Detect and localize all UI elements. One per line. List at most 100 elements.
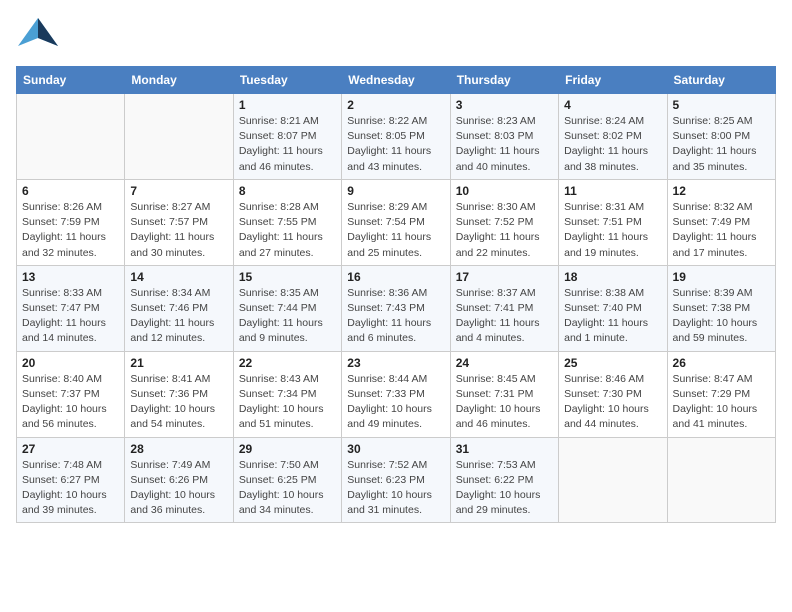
day-number: 18	[564, 270, 661, 284]
day-number: 19	[673, 270, 770, 284]
day-number: 20	[22, 356, 119, 370]
day-number: 2	[347, 98, 444, 112]
calendar-week-1: 1Sunrise: 8:21 AM Sunset: 8:07 PM Daylig…	[17, 94, 776, 180]
logo-icon	[16, 16, 60, 54]
header	[16, 16, 776, 54]
calendar-cell: 25 Sunrise: 8:46 AM Sunset: 7:30 PM Dayli…	[559, 351, 667, 437]
weekday-header-tuesday: Tuesday	[233, 67, 341, 94]
day-number: 31	[456, 442, 553, 456]
calendar-cell: 5Sunrise: 8:25 AM Sunset: 8:00 PM Daylig…	[667, 94, 775, 180]
day-info: Sunrise: 8:28 AM Sunset: 7:55 PM Dayligh…	[239, 200, 336, 261]
calendar-cell	[559, 437, 667, 523]
calendar-cell: 30 Sunrise: 7:52 AM Sunset: 6:23 PM Dayli…	[342, 437, 450, 523]
calendar-table: SundayMondayTuesdayWednesdayThursdayFrid…	[16, 66, 776, 523]
day-number: 21	[130, 356, 227, 370]
day-info: Sunrise: 8:29 AM Sunset: 7:54 PM Dayligh…	[347, 200, 444, 261]
calendar-cell: 20 Sunrise: 8:40 AM Sunset: 7:37 PM Dayli…	[17, 351, 125, 437]
day-number: 7	[130, 184, 227, 198]
calendar-cell: 19 Sunrise: 8:39 AM Sunset: 7:38 PM Dayli…	[667, 265, 775, 351]
day-info: Sunrise: 8:38 AM Sunset: 7:40 PM Dayligh…	[564, 286, 661, 347]
calendar-cell: 15 Sunrise: 8:35 AM Sunset: 7:44 PM Dayli…	[233, 265, 341, 351]
day-info: Sunrise: 8:34 AM Sunset: 7:46 PM Dayligh…	[130, 286, 227, 347]
day-number: 3	[456, 98, 553, 112]
calendar-cell: 24Sunrise: 8:45 AM Sunset: 7:31 PM Dayli…	[450, 351, 558, 437]
calendar-cell: 7 Sunrise: 8:27 AM Sunset: 7:57 PM Daylig…	[125, 179, 233, 265]
weekday-header-thursday: Thursday	[450, 67, 558, 94]
calendar-week-2: 6 Sunrise: 8:26 AM Sunset: 7:59 PM Daylig…	[17, 179, 776, 265]
day-info: Sunrise: 8:40 AM Sunset: 7:37 PM Dayligh…	[22, 372, 119, 433]
day-info: Sunrise: 8:23 AM Sunset: 8:03 PM Dayligh…	[456, 114, 553, 175]
day-info: Sunrise: 8:26 AM Sunset: 7:59 PM Dayligh…	[22, 200, 119, 261]
day-number: 15	[239, 270, 336, 284]
day-number: 14	[130, 270, 227, 284]
calendar-cell: 14 Sunrise: 8:34 AM Sunset: 7:46 PM Dayli…	[125, 265, 233, 351]
calendar-cell: 21 Sunrise: 8:41 AM Sunset: 7:36 PM Dayli…	[125, 351, 233, 437]
calendar-cell: 9 Sunrise: 8:29 AM Sunset: 7:54 PM Daylig…	[342, 179, 450, 265]
day-number: 23	[347, 356, 444, 370]
calendar-cell: 17 Sunrise: 8:37 AM Sunset: 7:41 PM Dayli…	[450, 265, 558, 351]
day-info: Sunrise: 7:49 AM Sunset: 6:26 PM Dayligh…	[130, 458, 227, 519]
calendar-cell: 18 Sunrise: 8:38 AM Sunset: 7:40 PM Dayli…	[559, 265, 667, 351]
weekday-header-wednesday: Wednesday	[342, 67, 450, 94]
calendar-cell: 28 Sunrise: 7:49 AM Sunset: 6:26 PM Dayli…	[125, 437, 233, 523]
calendar-cell	[667, 437, 775, 523]
day-info: Sunrise: 8:27 AM Sunset: 7:57 PM Dayligh…	[130, 200, 227, 261]
day-info: Sunrise: 8:47 AM Sunset: 7:29 PM Dayligh…	[673, 372, 770, 433]
day-info: Sunrise: 8:37 AM Sunset: 7:41 PM Dayligh…	[456, 286, 553, 347]
day-info: Sunrise: 7:50 AM Sunset: 6:25 PM Dayligh…	[239, 458, 336, 519]
day-number: 22	[239, 356, 336, 370]
day-info: Sunrise: 8:21 AM Sunset: 8:07 PM Dayligh…	[239, 114, 336, 175]
calendar-cell: 11 Sunrise: 8:31 AM Sunset: 7:51 PM Dayli…	[559, 179, 667, 265]
calendar-cell: 31 Sunrise: 7:53 AM Sunset: 6:22 PM Dayli…	[450, 437, 558, 523]
calendar-cell: 16Sunrise: 8:36 AM Sunset: 7:43 PM Dayli…	[342, 265, 450, 351]
day-info: Sunrise: 8:43 AM Sunset: 7:34 PM Dayligh…	[239, 372, 336, 433]
day-number: 17	[456, 270, 553, 284]
day-info: Sunrise: 8:30 AM Sunset: 7:52 PM Dayligh…	[456, 200, 553, 261]
day-number: 24	[456, 356, 553, 370]
day-number: 27	[22, 442, 119, 456]
day-info: Sunrise: 8:22 AM Sunset: 8:05 PM Dayligh…	[347, 114, 444, 175]
weekday-header-saturday: Saturday	[667, 67, 775, 94]
day-info: Sunrise: 8:35 AM Sunset: 7:44 PM Dayligh…	[239, 286, 336, 347]
weekday-header-monday: Monday	[125, 67, 233, 94]
day-number: 30	[347, 442, 444, 456]
calendar-week-5: 27 Sunrise: 7:48 AM Sunset: 6:27 PM Dayli…	[17, 437, 776, 523]
day-number: 25	[564, 356, 661, 370]
day-number: 9	[347, 184, 444, 198]
day-number: 29	[239, 442, 336, 456]
weekday-header-friday: Friday	[559, 67, 667, 94]
weekday-header-row: SundayMondayTuesdayWednesdayThursdayFrid…	[17, 67, 776, 94]
calendar-cell	[125, 94, 233, 180]
day-number: 6	[22, 184, 119, 198]
day-number: 4	[564, 98, 661, 112]
weekday-header-sunday: Sunday	[17, 67, 125, 94]
day-number: 11	[564, 184, 661, 198]
day-info: Sunrise: 8:46 AM Sunset: 7:30 PM Dayligh…	[564, 372, 661, 433]
calendar-week-3: 13Sunrise: 8:33 AM Sunset: 7:47 PM Dayli…	[17, 265, 776, 351]
calendar-cell	[17, 94, 125, 180]
calendar-cell: 27 Sunrise: 7:48 AM Sunset: 6:27 PM Dayli…	[17, 437, 125, 523]
day-info: Sunrise: 8:24 AM Sunset: 8:02 PM Dayligh…	[564, 114, 661, 175]
day-number: 28	[130, 442, 227, 456]
day-info: Sunrise: 8:44 AM Sunset: 7:33 PM Dayligh…	[347, 372, 444, 433]
day-number: 10	[456, 184, 553, 198]
day-info: Sunrise: 8:31 AM Sunset: 7:51 PM Dayligh…	[564, 200, 661, 261]
day-info: Sunrise: 7:53 AM Sunset: 6:22 PM Dayligh…	[456, 458, 553, 519]
day-info: Sunrise: 7:52 AM Sunset: 6:23 PM Dayligh…	[347, 458, 444, 519]
calendar-cell: 2 Sunrise: 8:22 AM Sunset: 8:05 PM Daylig…	[342, 94, 450, 180]
calendar-cell: 8 Sunrise: 8:28 AM Sunset: 7:55 PM Daylig…	[233, 179, 341, 265]
day-info: Sunrise: 8:39 AM Sunset: 7:38 PM Dayligh…	[673, 286, 770, 347]
calendar-cell: 6 Sunrise: 8:26 AM Sunset: 7:59 PM Daylig…	[17, 179, 125, 265]
calendar-cell: 13Sunrise: 8:33 AM Sunset: 7:47 PM Dayli…	[17, 265, 125, 351]
page-container: SundayMondayTuesdayWednesdayThursdayFrid…	[0, 0, 792, 539]
day-info: Sunrise: 7:48 AM Sunset: 6:27 PM Dayligh…	[22, 458, 119, 519]
logo	[16, 16, 64, 54]
day-number: 8	[239, 184, 336, 198]
calendar-cell: 22 Sunrise: 8:43 AM Sunset: 7:34 PM Dayli…	[233, 351, 341, 437]
day-info: Sunrise: 8:41 AM Sunset: 7:36 PM Dayligh…	[130, 372, 227, 433]
day-info: Sunrise: 8:32 AM Sunset: 7:49 PM Dayligh…	[673, 200, 770, 261]
calendar-cell: 10 Sunrise: 8:30 AM Sunset: 7:52 PM Dayli…	[450, 179, 558, 265]
day-number: 5	[673, 98, 770, 112]
calendar-cell: 23 Sunrise: 8:44 AM Sunset: 7:33 PM Dayli…	[342, 351, 450, 437]
calendar-cell: 3 Sunrise: 8:23 AM Sunset: 8:03 PM Daylig…	[450, 94, 558, 180]
